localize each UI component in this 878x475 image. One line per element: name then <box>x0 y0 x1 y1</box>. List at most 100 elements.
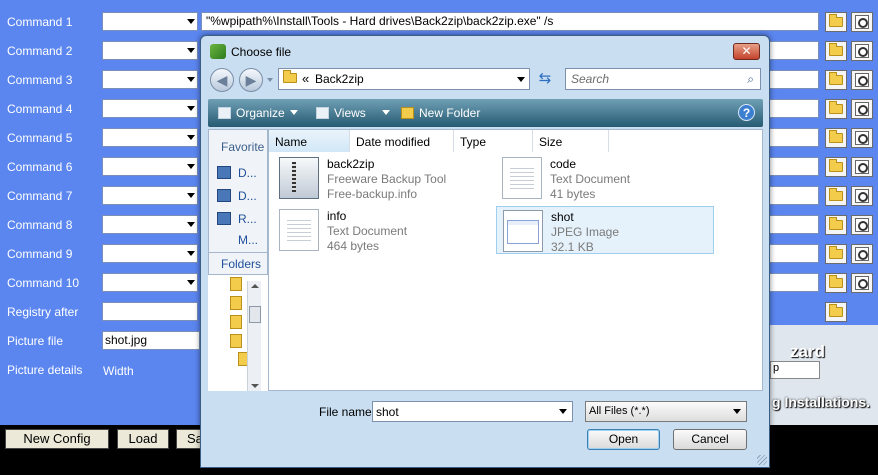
file-type-value: All Files (*.*) <box>589 405 650 417</box>
file-item-shot[interactable]: shot JPEG Image 32.1 KB <box>496 206 714 254</box>
folder-icon[interactable] <box>230 296 242 310</box>
file-detail: 41 bytes <box>550 187 596 201</box>
scroll-thumb[interactable] <box>249 306 261 323</box>
command-1-type-select[interactable] <box>102 12 198 31</box>
command-6-type-select[interactable] <box>102 157 198 176</box>
chevron-down-icon[interactable] <box>559 409 567 414</box>
views-icon <box>316 107 329 119</box>
chevron-down-icon <box>187 48 195 53</box>
command-5-label: Command 5 <box>7 131 73 145</box>
forward-button[interactable]: ▶ <box>239 68 263 92</box>
command-7-inspect-button[interactable] <box>851 186 873 206</box>
address-bar[interactable]: « Back2zip <box>278 68 530 90</box>
command-6-browse-button[interactable] <box>825 157 847 177</box>
back-button[interactable]: ◀ <box>210 68 234 92</box>
command-3-type-select[interactable] <box>102 70 198 89</box>
open-button[interactable]: Open <box>587 429 660 450</box>
file-item-code[interactable]: code Text Document 41 bytes <box>496 154 714 202</box>
banner-dropdown[interactable]: p <box>770 361 820 379</box>
cancel-button[interactable]: Cancel <box>673 429 747 450</box>
search-placeholder: Search <box>571 72 610 86</box>
help-button[interactable]: ? <box>738 104 755 121</box>
file-type-filter[interactable]: All Files (*.*) <box>585 401 747 422</box>
folder-icon[interactable] <box>230 277 242 291</box>
new-config-button[interactable]: New Config <box>5 429 109 449</box>
tree-scrollbar[interactable] <box>247 281 261 391</box>
column-header-type[interactable]: Type <box>454 130 533 152</box>
file-detail: 32.1 KB <box>551 240 594 254</box>
file-detail: Freeware Backup Tool <box>327 172 447 186</box>
file-name: shot <box>551 210 574 224</box>
refresh-button[interactable]: ⇆ <box>534 69 556 89</box>
recent-pages-icon[interactable] <box>267 78 273 82</box>
folder-icon <box>829 246 843 259</box>
command-9-inspect-button[interactable] <box>851 244 873 264</box>
folder-icon[interactable] <box>230 334 242 348</box>
command-6-inspect-button[interactable] <box>851 157 873 177</box>
folder-icon[interactable] <box>230 315 242 329</box>
command-10-type-select[interactable] <box>102 273 198 292</box>
close-button[interactable]: ✕ <box>733 43 760 60</box>
picture-file-field[interactable]: shot.jpg <box>102 331 200 350</box>
nav-link-more[interactable]: M... <box>238 233 258 247</box>
command-9-type-select[interactable] <box>102 244 198 263</box>
breadcrumb-back2zip[interactable]: Back2zip <box>315 72 364 86</box>
command-4-type-select[interactable] <box>102 99 198 118</box>
breadcrumb-chevron-icon[interactable]: « <box>302 71 309 86</box>
banner-logo-text: zard <box>790 342 825 361</box>
column-header-size[interactable]: Size <box>533 130 609 152</box>
registry-after-field[interactable] <box>102 302 198 321</box>
command-10-inspect-button[interactable] <box>851 273 873 293</box>
resize-grip[interactable] <box>757 455 767 465</box>
file-item-back2zip[interactable]: back2zip Freeware Backup Tool Free-backu… <box>273 154 491 202</box>
command-5-inspect-button[interactable] <box>851 128 873 148</box>
command-2-browse-button[interactable] <box>825 41 847 61</box>
command-9-browse-button[interactable] <box>825 244 847 264</box>
file-item-info[interactable]: info Text Document 464 bytes <box>273 206 491 254</box>
views-menu[interactable]: Views <box>316 106 390 120</box>
organize-menu[interactable]: Organize <box>218 106 298 120</box>
command-7-type-select[interactable] <box>102 186 198 205</box>
folders-header[interactable]: Folders <box>221 257 261 271</box>
command-3-inspect-button[interactable] <box>851 70 873 90</box>
command-2-type-select[interactable] <box>102 41 198 60</box>
scroll-up-icon[interactable] <box>251 284 259 288</box>
command-3-browse-button[interactable] <box>825 70 847 90</box>
new-folder-button[interactable]: New Folder <box>401 106 480 120</box>
command-2-inspect-button[interactable] <box>851 41 873 61</box>
nav-link-recent[interactable]: R... <box>238 212 257 226</box>
command-7-browse-button[interactable] <box>825 186 847 206</box>
magnifier-icon <box>855 218 869 232</box>
jpeg-image-icon <box>503 210 543 252</box>
load-button[interactable]: Load <box>117 429 169 449</box>
scroll-down-icon[interactable] <box>251 384 259 388</box>
command-5-type-select[interactable] <box>102 128 198 147</box>
command-8-inspect-button[interactable] <box>851 215 873 235</box>
command-1-browse-button[interactable] <box>825 12 847 32</box>
nav-link-documents[interactable]: D... <box>238 166 257 180</box>
command-8-label: Command 8 <box>7 218 73 232</box>
search-icon: ⌕ <box>747 72 754 86</box>
command-10-browse-button[interactable] <box>825 273 847 293</box>
command-4-inspect-button[interactable] <box>851 99 873 119</box>
file-name-input[interactable]: shot <box>372 401 573 422</box>
search-input[interactable]: Search ⌕ <box>565 68 761 90</box>
chevron-down-icon[interactable] <box>733 409 741 414</box>
magnifier-icon <box>855 44 869 58</box>
command-1-field[interactable]: "%wpipath%\Install\Tools - Hard drives\B… <box>201 12 819 31</box>
column-header-date-modified[interactable]: Date modified <box>350 130 454 152</box>
command-1-inspect-button[interactable] <box>851 12 873 32</box>
command-8-browse-button[interactable] <box>825 215 847 235</box>
organize-label: Organize <box>236 106 285 120</box>
address-dropdown-icon[interactable] <box>517 77 525 82</box>
magnifier-icon <box>855 160 869 174</box>
nav-link-desktop[interactable]: D... <box>238 189 257 203</box>
command-5-browse-button[interactable] <box>825 128 847 148</box>
save-button[interactable]: Sa <box>176 429 202 449</box>
column-header-name[interactable]: Name <box>269 130 350 152</box>
command-4-browse-button[interactable] <box>825 99 847 119</box>
registry-browse-button[interactable] <box>825 302 847 322</box>
dialog-title: Choose file <box>231 45 292 59</box>
chevron-down-icon <box>187 77 195 82</box>
command-8-type-select[interactable] <box>102 215 198 234</box>
